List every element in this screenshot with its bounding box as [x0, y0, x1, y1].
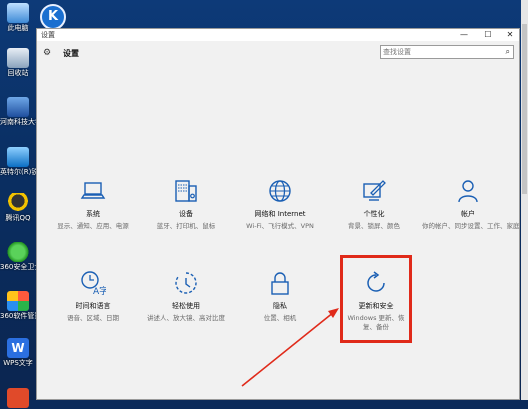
refresh-icon	[367, 271, 385, 292]
page-title: 设置	[63, 49, 79, 58]
gear-icon: ⚙	[43, 48, 52, 58]
tile-description: Wi-Fi、飞行模式、VPN	[246, 222, 314, 230]
minimize-button[interactable]: —	[455, 29, 473, 41]
maximize-button[interactable]: ☐	[479, 29, 497, 41]
globe-icon	[269, 180, 291, 202]
search-box[interactable]: ⌕	[380, 45, 514, 59]
close-button[interactable]: ✕	[501, 29, 519, 41]
app-icon	[7, 388, 29, 408]
tile-ease-of-access[interactable]: 轻松使用 讲述人、放大镜、高对比度	[140, 270, 232, 340]
tile-update-security[interactable]: 更新和安全 Windows 更新、恢复、备份	[330, 270, 422, 340]
tile-label: 网络和 Internet	[254, 210, 306, 218]
tile-description: 语音、区域、日期	[67, 314, 119, 322]
svg-text:A字: A字	[93, 285, 106, 296]
intel-icon	[7, 147, 29, 167]
person-icon	[458, 180, 478, 203]
tile-label: 更新和安全	[358, 302, 394, 310]
qq-penguin-icon	[7, 193, 29, 213]
tile-time-language[interactable]: A字 时间和语言 语音、区域、日期	[47, 270, 139, 340]
software-manager-icon	[7, 291, 29, 311]
360-software-manager-shortcut[interactable]: 360软件管家	[0, 291, 41, 321]
tile-label: 系统	[86, 210, 100, 218]
tile-devices[interactable]: 设备 蓝牙、打印机、鼠标	[140, 178, 232, 248]
tile-description: 背景、锁屏、颜色	[348, 222, 400, 230]
tile-label: 设备	[179, 210, 193, 218]
tile-description: 显示、通知、应用、电源	[57, 222, 129, 230]
desktop-icons: 此电脑 回收站 河南科技大学 英特尔(R)锐炬 腾讯QQ 360安全卫士 360…	[0, 0, 45, 408]
keyboard-icon	[175, 180, 197, 202]
tile-label: 隐私	[273, 302, 287, 310]
tile-label: 帐户	[461, 210, 475, 218]
window-title: 设置	[41, 31, 55, 39]
tile-label: 时间和语言	[75, 302, 111, 310]
intel-graphics-shortcut[interactable]: 英特尔(R)锐炬	[0, 147, 45, 177]
wps-writer-shortcut[interactable]: W WPS文字	[0, 338, 36, 368]
tile-description: 位置、相机	[263, 314, 297, 322]
henan-univ-shortcut[interactable]: 河南科技大学	[0, 97, 42, 127]
lock-icon	[271, 272, 289, 295]
tile-label: 轻松使用	[172, 302, 200, 310]
laptop-icon	[80, 182, 106, 199]
recycle-bin-shortcut[interactable]: 回收站	[0, 48, 36, 78]
tile-description: 蓝牙、打印机、鼠标	[156, 222, 216, 230]
search-icon: ⌕	[505, 47, 510, 56]
partial-shortcut[interactable]	[0, 388, 36, 409]
tile-description: 你的帐户、同步设置、工作、家庭	[422, 222, 520, 230]
tile-personalization[interactable]: 个性化 背景、锁屏、颜色	[328, 178, 420, 248]
wps-icon: W	[7, 338, 29, 358]
recycle-bin-icon	[7, 48, 29, 68]
search-input[interactable]	[383, 46, 495, 58]
title-bar: 设置 — ☐ ✕	[37, 29, 519, 41]
app-icon	[7, 97, 29, 117]
tile-privacy[interactable]: 隐私 位置、相机	[234, 270, 326, 340]
tile-label: 个性化	[363, 210, 385, 218]
this-pc-shortcut[interactable]: 此电脑	[0, 3, 36, 33]
tile-network[interactable]: 网络和 Internet Wi-Fi、飞行模式、VPN	[234, 178, 326, 248]
clock-language-icon: A字	[81, 271, 106, 296]
tile-accounts[interactable]: 帐户 你的帐户、同步设置、工作、家庭	[422, 178, 520, 248]
ease-of-access-icon	[175, 272, 197, 294]
computer-icon	[7, 3, 29, 23]
tile-description: 讲述人、放大镜、高对比度	[147, 314, 225, 322]
tile-system[interactable]: 系统 显示、通知、应用、电源	[47, 178, 139, 248]
desktop-scrollbar[interactable]	[521, 0, 528, 400]
paint-icon	[363, 180, 386, 201]
tile-description: Windows 更新、恢复、备份	[347, 314, 405, 331]
qq-shortcut[interactable]: 腾讯QQ	[0, 193, 36, 223]
launcher-icon[interactable]: K	[40, 4, 66, 30]
scrollbar-thumb[interactable]	[522, 24, 527, 194]
360-shield-icon	[7, 242, 29, 262]
360-security-shortcut[interactable]: 360安全卫士	[0, 242, 41, 272]
